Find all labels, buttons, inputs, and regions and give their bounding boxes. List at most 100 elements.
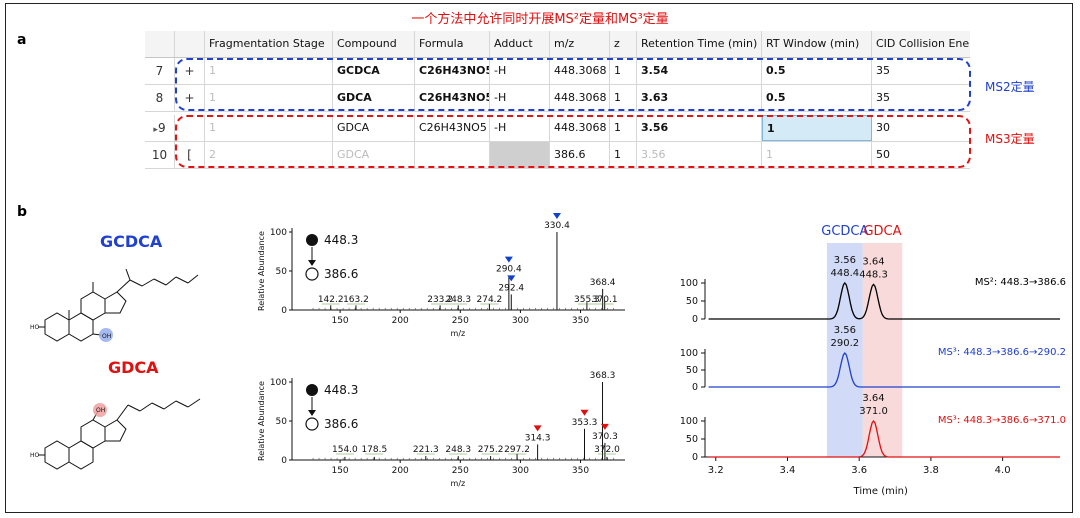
ms3-quant-label: MS3定量 — [985, 132, 1035, 146]
y-tick-label: 0 — [281, 306, 287, 316]
molecule-name-gdca: GDCA — [108, 358, 159, 377]
peak-label: 275.2 — [478, 445, 504, 455]
col-header-fragmentation-stage[interactable]: Fragmentation Stage — [205, 31, 333, 57]
time-tick-label: 4.0 — [995, 465, 1011, 476]
x-tick-label: 150 — [331, 466, 348, 476]
col-header-adduct[interactable]: Adduct — [490, 31, 550, 57]
peak-label: 248.3 — [445, 445, 471, 455]
intensity-tick-label: 0 — [692, 452, 698, 463]
ho-label-gdca: HO — [30, 452, 40, 459]
peak-label: 290.4 — [496, 265, 522, 275]
time-tick-label: 3.8 — [923, 465, 939, 476]
intensity-tick-label: 100 — [680, 278, 698, 289]
intensity-tick-label: 100 — [680, 416, 698, 427]
intensity-tick-label: 100 — [680, 348, 698, 359]
intensity-tick-label: 0 — [692, 382, 698, 393]
ho-label-gcdca: HO — [30, 324, 40, 331]
col-header-z[interactable]: z — [610, 31, 637, 57]
peak-label: 368.3 — [590, 371, 616, 381]
row-number: 10 — [145, 142, 175, 168]
col-header-formula[interactable]: Formula — [415, 31, 490, 57]
time-axis-label: Time (min) — [853, 486, 908, 497]
ms2-highlight-box — [175, 58, 971, 111]
peak-rt-label: 3.56 — [834, 325, 856, 336]
peak-rt-label: 3.56 — [834, 255, 856, 266]
chromatogram-panel: GCDCAGDCA 3.2 3.4 3.6 3.8 4.0 Time (min) 0 50 100… — [680, 224, 1066, 497]
row-number: 7 — [145, 58, 175, 84]
fragment-marker-triangle — [533, 425, 542, 432]
col-header-compound[interactable]: Compound — [333, 31, 415, 57]
y-tick-label: 100 — [270, 378, 287, 388]
y-tick-label: 0 — [281, 456, 287, 466]
band-label-gcdca: GCDCA — [821, 224, 868, 239]
col-header-mz[interactable]: m/z — [550, 31, 610, 57]
precursor-filled-circle — [306, 234, 318, 246]
x-tick-label: 200 — [392, 316, 409, 326]
oh-label-gcdca: OH — [102, 333, 111, 340]
intensity-tick-label: 50 — [686, 365, 698, 376]
molecule-name-gcdca: GCDCA — [100, 232, 163, 251]
peak-label: 221.3 — [413, 445, 439, 455]
peak-label: 154.0 — [332, 445, 358, 455]
peak-label: 314.3 — [525, 433, 551, 443]
y-axis-label: Relative Abundance — [257, 231, 266, 311]
stage-arrow-head — [308, 410, 316, 416]
peak-label: 370.3 — [592, 432, 618, 442]
gdca-structure: OH HO — [30, 398, 201, 470]
ms2-quant-label: MS2定量 — [985, 80, 1035, 94]
peak-label: 368.4 — [590, 278, 616, 288]
transition-label: MS³: 448.3→386.6→290.2 — [938, 347, 1066, 358]
oh-label-gdca: OH — [96, 407, 105, 414]
time-tick-label: 3.4 — [780, 465, 796, 476]
panel-a-label: a — [17, 32, 27, 48]
y-axis-label: Relative Abundance — [257, 381, 266, 461]
peak-mz-label: 371.0 — [859, 406, 888, 417]
time-tick-label: 3.2 — [708, 465, 724, 476]
y-tick-label: 50 — [276, 417, 288, 427]
peak-mz-label: 290.2 — [831, 338, 860, 349]
transition-label: MS³: 448.3→386.6→371.0 — [938, 415, 1066, 426]
col-header-rt-window[interactable]: RT Window (min) — [762, 31, 872, 57]
precursor-mz: 448.3 — [324, 383, 358, 397]
x-tick-label: 350 — [572, 316, 589, 326]
peak-label: 292.4 — [498, 283, 524, 293]
gcdca-skeleton — [38, 268, 199, 342]
gdca-skeleton — [38, 398, 201, 470]
product-open-circle — [305, 267, 319, 281]
product-open-circle — [305, 417, 319, 431]
col-header-retention-time[interactable]: Retention Time (min) — [637, 31, 762, 57]
fragment-marker-triangle — [504, 256, 513, 263]
intensity-tick-label: 50 — [686, 296, 698, 307]
header-rownum-cell — [145, 31, 175, 57]
x-tick-label: 250 — [452, 316, 469, 326]
peak-label: 372.0 — [594, 445, 620, 455]
fragment-marker-triangle — [580, 409, 589, 416]
precursor-filled-circle — [306, 384, 318, 396]
peak-label: 163.2 — [343, 295, 369, 305]
peak-rt-label: 3.64 — [862, 393, 884, 404]
intensity-tick-label: 0 — [692, 314, 698, 325]
x-tick-label: 250 — [452, 466, 469, 476]
fragment-marker-triangle — [552, 213, 561, 219]
peak-label: 274.2 — [477, 295, 503, 305]
peak-mz-label: 448.3 — [859, 269, 888, 280]
precursor-mz: 448.3 — [324, 233, 358, 247]
panel-b-label: b — [17, 204, 28, 220]
gcdca-structure: OH HO — [30, 268, 199, 342]
transition-label: MS²: 448.3→386.6 — [975, 277, 1066, 288]
header-expand-cell — [175, 31, 205, 57]
peak-label: 353.3 — [572, 418, 598, 428]
col-header-cid-energy[interactable]: CID Collision Energ — [872, 31, 970, 57]
product-mz: 386.6 — [324, 267, 358, 281]
intensity-tick-label: 50 — [686, 434, 698, 445]
peak-label: 297.2 — [504, 445, 530, 455]
peak-rt-label: 3.64 — [862, 256, 884, 267]
ms-spectrum-bottom: 0 50 100 150 200 250 300 350 m/z Relative Abundan… — [257, 371, 625, 488]
band-label-gdca: GDCA — [863, 224, 901, 239]
stage-arrow-head — [308, 260, 316, 266]
peak-label: 330.4 — [544, 221, 570, 231]
y-tick-label: 100 — [270, 228, 287, 238]
time-tick-label: 3.6 — [851, 465, 867, 476]
x-tick-label: 200 — [392, 466, 409, 476]
peak-label: 370.1 — [592, 295, 618, 305]
